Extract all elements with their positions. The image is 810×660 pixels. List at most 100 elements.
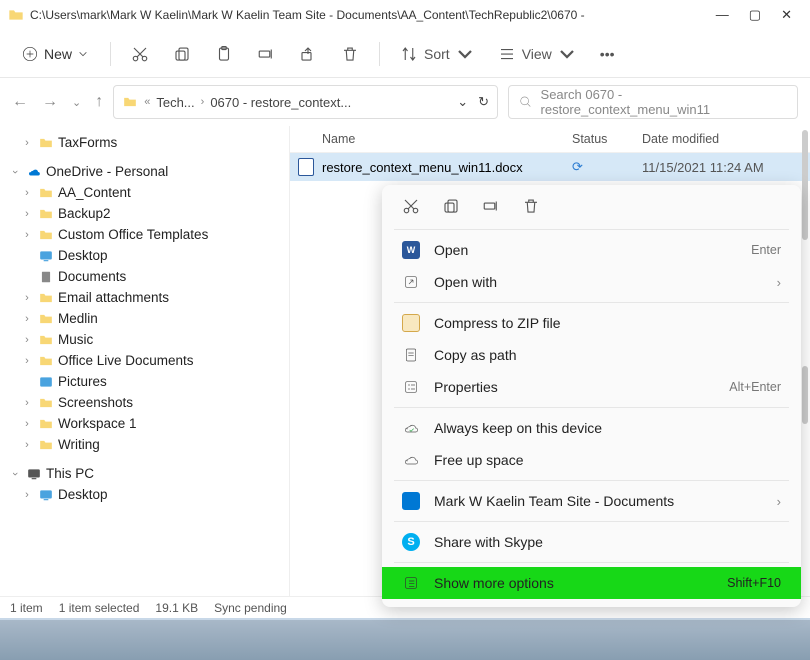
nav-arrows: ← → ⌄ ↑ <box>12 93 103 111</box>
trash-icon <box>341 45 359 63</box>
sharepoint-icon <box>402 492 420 510</box>
menu-always-keep[interactable]: Always keep on this device <box>382 412 801 444</box>
copy-icon <box>173 45 191 63</box>
tree-item-thispc[interactable]: ›This PC <box>0 463 289 484</box>
forward-button[interactable]: → <box>42 93 58 111</box>
breadcrumb-segment[interactable]: 0670 - restore_context... <box>210 95 351 110</box>
separator <box>394 562 789 563</box>
folder-icon <box>38 291 54 305</box>
copy-button[interactable] <box>165 39 199 69</box>
cloud-check-icon <box>403 420 419 436</box>
zip-icon <box>402 314 420 332</box>
menu-skype[interactable]: S Share with Skype <box>382 526 801 558</box>
scissors-icon[interactable] <box>402 197 420 215</box>
tree-item[interactable]: ›Writing <box>0 434 289 455</box>
paste-button[interactable] <box>207 39 241 69</box>
tree-item[interactable]: Desktop <box>0 245 289 266</box>
chevron-right-icon: › <box>777 494 781 509</box>
shortcut: Enter <box>751 243 781 257</box>
folder-icon <box>122 95 138 109</box>
menu-open-with[interactable]: Open with › <box>382 266 801 298</box>
menu-free-space[interactable]: Free up space <box>382 444 801 476</box>
dropdown-history[interactable]: ⌄ <box>72 96 81 109</box>
search-input[interactable]: Search 0670 - restore_context_menu_win11 <box>508 85 798 119</box>
menu-label: Free up space <box>434 452 781 468</box>
chev-icon: « <box>144 96 150 108</box>
menu-compress[interactable]: Compress to ZIP file <box>382 307 801 339</box>
folder-icon <box>38 333 54 347</box>
minimize-button[interactable]: — <box>716 7 729 23</box>
tree-item[interactable]: ›Backup2 <box>0 203 289 224</box>
file-name: restore_context_menu_win11.docx <box>322 160 572 175</box>
menu-copy-path[interactable]: Copy as path <box>382 339 801 371</box>
breadcrumb[interactable]: « Tech... › 0670 - restore_context... ⌄ … <box>113 85 498 119</box>
sidebar-tree[interactable]: ›TaxForms ›OneDrive - Personal ›AA_Conte… <box>0 126 290 596</box>
documents-icon <box>38 270 54 284</box>
tree-item[interactable]: ›Email attachments <box>0 287 289 308</box>
tree-item[interactable]: ›Music <box>0 329 289 350</box>
trash-icon[interactable] <box>522 197 540 215</box>
chevron-down-icon <box>78 49 88 59</box>
scrollbar-thumb[interactable] <box>802 366 808 424</box>
maximize-button[interactable]: ▢ <box>749 7 761 23</box>
new-button-label: New <box>44 46 72 62</box>
separator <box>394 480 789 481</box>
menu-sharepoint[interactable]: Mark W Kaelin Team Site - Documents › <box>382 485 801 517</box>
chevron-down-icon <box>558 45 576 63</box>
tree-item[interactable]: ›TaxForms <box>0 132 289 153</box>
tree-label: Backup2 <box>58 206 111 221</box>
column-status[interactable]: Status <box>572 132 642 146</box>
sort-button[interactable]: Sort <box>392 39 482 69</box>
share-button[interactable] <box>291 39 325 69</box>
shortcut: Shift+F10 <box>727 576 781 590</box>
column-headers: Name Status Date modified <box>290 126 810 153</box>
refresh-button[interactable]: ↻ <box>478 94 489 110</box>
tree-item[interactable]: ›Screenshots <box>0 392 289 413</box>
copy-icon[interactable] <box>442 197 460 215</box>
skype-icon: S <box>402 533 420 551</box>
menu-show-more[interactable]: Show more options Shift+F10 <box>382 567 801 599</box>
plus-circle-icon <box>22 46 38 62</box>
tree-item[interactable]: ›Custom Office Templates <box>0 224 289 245</box>
tree-item[interactable]: ›AA_Content <box>0 182 289 203</box>
chevron-right-icon: › <box>777 275 781 290</box>
close-button[interactable]: ✕ <box>781 7 792 23</box>
scissors-icon <box>131 45 149 63</box>
tree-item[interactable]: ›Medlin <box>0 308 289 329</box>
sort-icon <box>400 45 418 63</box>
selection-size: 19.1 KB <box>155 601 198 615</box>
rename-icon[interactable] <box>482 197 500 215</box>
back-button[interactable]: ← <box>12 93 28 111</box>
tree-label: Screenshots <box>58 395 133 410</box>
scrollbar-thumb[interactable] <box>802 130 808 240</box>
separator <box>379 42 380 66</box>
separator <box>394 521 789 522</box>
cut-button[interactable] <box>123 39 157 69</box>
more-button[interactable]: ••• <box>592 40 623 68</box>
titlebar: C:\Users\mark\Mark W Kaelin\Mark W Kaeli… <box>0 0 810 30</box>
up-button[interactable]: ↑ <box>95 93 103 111</box>
file-row[interactable]: restore_context_menu_win11.docx ⟳ 11/15/… <box>290 153 810 181</box>
column-name[interactable]: Name <box>298 132 572 146</box>
tree-item[interactable]: ›Workspace 1 <box>0 413 289 434</box>
menu-open[interactable]: W Open Enter <box>382 234 801 266</box>
menu-properties[interactable]: Properties Alt+Enter <box>382 371 801 403</box>
breadcrumb-segment[interactable]: Tech... <box>156 95 194 110</box>
tree-label: Pictures <box>58 374 107 389</box>
breadcrumb-dropdown[interactable]: ⌄ <box>453 94 472 110</box>
tree-item[interactable]: Pictures <box>0 371 289 392</box>
new-button[interactable]: New <box>12 42 98 66</box>
menu-label: Copy as path <box>434 347 781 363</box>
delete-button[interactable] <box>333 39 367 69</box>
desktop-icon <box>38 249 54 263</box>
open-with-icon <box>403 274 419 290</box>
tree-item[interactable]: ›Desktop <box>0 484 289 505</box>
column-date[interactable]: Date modified <box>642 132 802 146</box>
menu-label: Show more options <box>434 575 713 591</box>
tree-item-onedrive[interactable]: ›OneDrive - Personal <box>0 161 289 182</box>
tree-label: AA_Content <box>58 185 131 200</box>
tree-item[interactable]: Documents <box>0 266 289 287</box>
view-button[interactable]: View <box>490 39 584 69</box>
rename-button[interactable] <box>249 39 283 69</box>
tree-item[interactable]: ›Office Live Documents <box>0 350 289 371</box>
